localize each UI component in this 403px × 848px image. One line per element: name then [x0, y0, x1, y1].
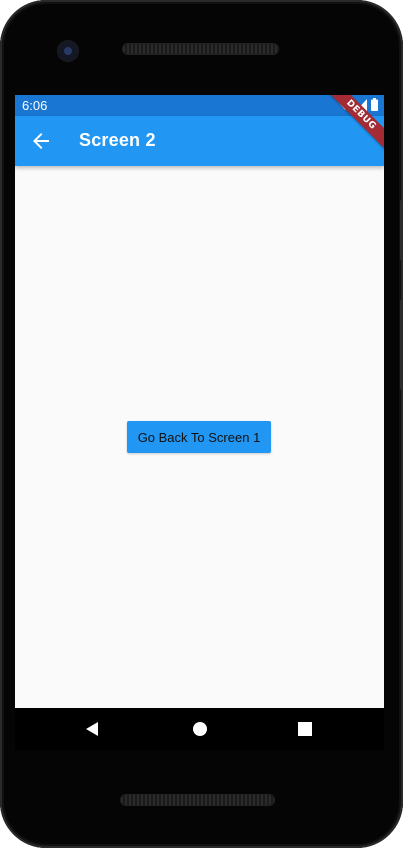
app-screen: 6:06 Screen 2 DEBUG Go Back To Screen 1: [15, 95, 384, 708]
app-bar: Screen 2: [15, 116, 384, 166]
status-time: 6:06: [22, 98, 48, 113]
status-bar: 6:06: [15, 95, 384, 116]
go-back-button[interactable]: Go Back To Screen 1: [127, 421, 271, 453]
nav-back-button[interactable]: [81, 718, 103, 740]
nav-home-icon: [193, 722, 207, 736]
phone-device-frame: 6:06 Screen 2 DEBUG Go Back To Screen 1: [0, 0, 403, 848]
back-button[interactable]: [25, 125, 57, 157]
nav-back-icon: [86, 722, 98, 736]
page-title: Screen 2: [79, 130, 156, 150]
nav-recent-button[interactable]: [294, 718, 316, 740]
battery-icon: [371, 98, 378, 111]
top-speaker-grille: [123, 44, 278, 54]
nav-recent-icon: [298, 722, 312, 736]
nav-home-button[interactable]: [189, 718, 211, 740]
bottom-speaker-grille: [121, 795, 274, 805]
front-camera: [58, 41, 78, 61]
arrow-left-icon: [33, 133, 49, 149]
system-navigation-bar: [15, 708, 384, 750]
